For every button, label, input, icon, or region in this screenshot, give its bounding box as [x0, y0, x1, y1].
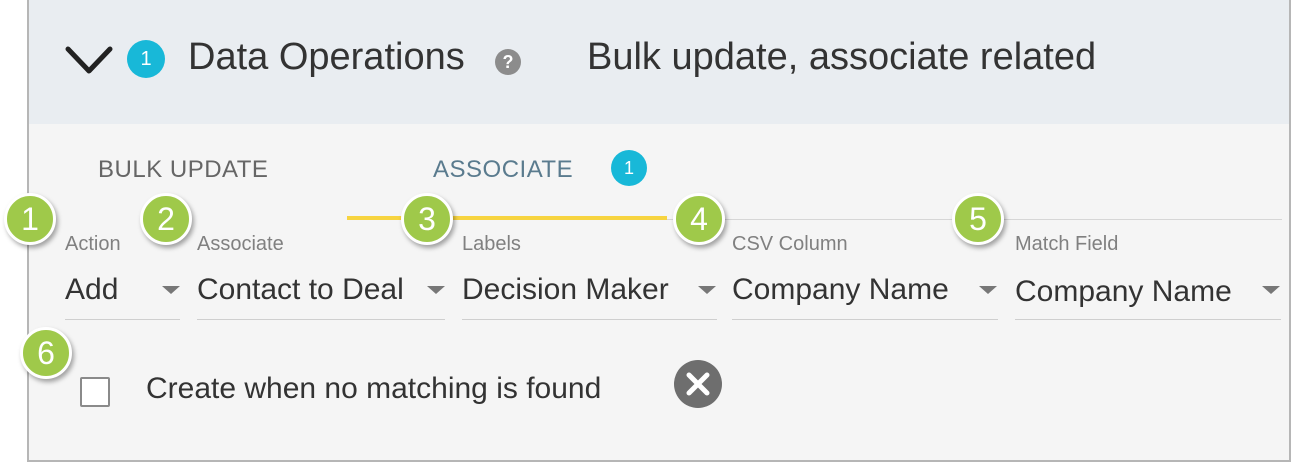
callout-5: 5 [952, 193, 1004, 245]
callout-2: 2 [140, 193, 192, 245]
associate-dropdown-arrow-icon[interactable] [427, 286, 445, 294]
associate-select[interactable]: Contact to Deal [197, 273, 404, 307]
callout-3: 3 [401, 193, 453, 245]
tab-associate[interactable]: ASSOCIATE [433, 156, 573, 184]
callout-6: 6 [20, 327, 72, 379]
labels-dropdown-arrow-icon[interactable] [698, 286, 716, 294]
action-dropdown-arrow-icon[interactable] [162, 286, 180, 294]
associate-underline [197, 319, 445, 320]
panel-subtitle: Bulk update, associate related [587, 36, 1097, 78]
chevron-down-icon[interactable] [64, 41, 114, 81]
callout-1: 1 [4, 193, 56, 245]
remove-row-icon[interactable] [673, 359, 723, 409]
help-icon[interactable]: ? [495, 49, 521, 75]
csv-column-label: CSV Column [732, 233, 848, 255]
create-when-no-match-label[interactable]: Create when no matching is found [146, 372, 601, 406]
labels-label: Labels [462, 233, 521, 255]
tab-bulk-update[interactable]: BULK UPDATE [98, 156, 268, 184]
match-field-underline [1015, 319, 1281, 320]
active-tab-indicator [347, 216, 667, 220]
csv-column-select[interactable]: Company Name [732, 273, 949, 307]
match-field-select[interactable]: Company Name [1015, 275, 1232, 309]
action-label: Action [65, 233, 121, 255]
csv-column-dropdown-arrow-icon[interactable] [979, 286, 997, 294]
match-field-label: Match Field [1015, 233, 1119, 255]
panel-header[interactable]: 1 Data Operations ? Bulk update, associa… [29, 0, 1289, 124]
count-badge: 1 [127, 40, 165, 78]
csv-column-underline [732, 319, 998, 320]
associate-label: Associate [197, 233, 284, 255]
action-select[interactable]: Add [65, 273, 118, 307]
match-field-dropdown-arrow-icon[interactable] [1262, 286, 1280, 294]
data-operations-panel: 1 Data Operations ? Bulk update, associa… [27, 0, 1291, 462]
labels-select[interactable]: Decision Maker [462, 273, 669, 307]
labels-underline [462, 319, 717, 320]
action-underline [65, 319, 180, 320]
create-when-no-match-checkbox[interactable] [80, 377, 110, 407]
panel-title: Data Operations [188, 36, 465, 78]
associate-count-badge: 1 [611, 150, 647, 186]
callout-4: 4 [673, 193, 725, 245]
